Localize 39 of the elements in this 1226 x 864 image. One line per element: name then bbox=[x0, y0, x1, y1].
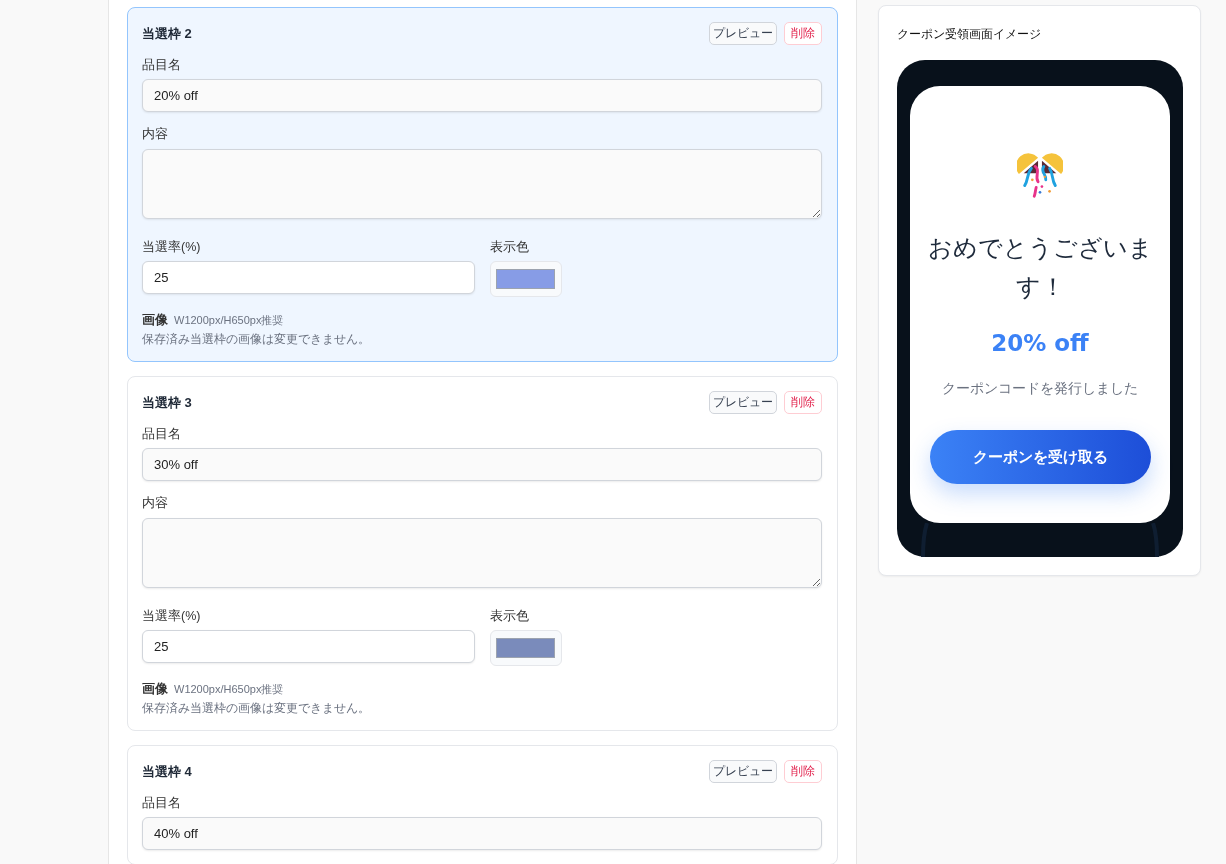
field-label: 表示色 bbox=[489, 608, 529, 624]
slot-title: 当選枠 3 bbox=[142, 393, 192, 412]
congrats-heading: おめでとうございます！ bbox=[926, 233, 1154, 302]
image-note: 保存済み当選枠の画像は変更できません。 bbox=[142, 332, 370, 347]
slot-title: 当選枠 4 bbox=[142, 762, 192, 781]
image-size-hint: W1200px/H650px推奨 bbox=[174, 682, 284, 697]
win-rate-input[interactable]: 25 bbox=[142, 630, 475, 663]
field-label: 当選率(%) bbox=[142, 239, 201, 255]
field-label: 品目名 bbox=[142, 57, 182, 73]
item-name-input[interactable]: 40% off bbox=[142, 817, 822, 850]
field-label: 当選率(%) bbox=[142, 608, 201, 624]
confetti-ball-icon bbox=[1017, 153, 1063, 199]
color-picker[interactable] bbox=[489, 261, 562, 297]
preview-button[interactable]: プレビュー bbox=[709, 760, 777, 783]
field-label: 内容 bbox=[142, 126, 169, 142]
image-size-hint: W1200px/H650px推奨 bbox=[174, 313, 284, 328]
receive-coupon-button[interactable]: クーポンを受け取る bbox=[929, 430, 1151, 484]
prize-name: 20% off bbox=[991, 329, 1089, 358]
win-rate-input[interactable]: 25 bbox=[142, 261, 475, 294]
preview-button[interactable]: プレビュー bbox=[709, 391, 777, 414]
content-textarea[interactable] bbox=[142, 518, 822, 588]
preview-button[interactable]: プレビュー bbox=[709, 22, 777, 45]
content-textarea[interactable] bbox=[142, 149, 822, 219]
slot-title: 当選枠 2 bbox=[142, 24, 192, 43]
field-label: 画像 bbox=[142, 312, 168, 328]
item-name-input[interactable]: 20% off bbox=[142, 79, 822, 112]
image-note: 保存済み当選枠の画像は変更できません。 bbox=[142, 701, 370, 716]
delete-button[interactable]: 削除 bbox=[784, 22, 822, 45]
field-label: 画像 bbox=[142, 681, 168, 697]
field-label: 表示色 bbox=[489, 239, 529, 255]
delete-button[interactable]: 削除 bbox=[784, 760, 822, 783]
preview-title: クーポン受領画面イメージ bbox=[897, 26, 1041, 43]
field-label: 内容 bbox=[142, 495, 169, 511]
field-label: 品目名 bbox=[142, 426, 182, 442]
field-label: 品目名 bbox=[142, 795, 182, 811]
item-name-input[interactable]: 30% off bbox=[142, 448, 822, 481]
delete-button[interactable]: 削除 bbox=[784, 391, 822, 414]
color-picker[interactable] bbox=[489, 630, 562, 666]
coupon-message: クーポンコードを発行しました bbox=[942, 380, 1138, 398]
